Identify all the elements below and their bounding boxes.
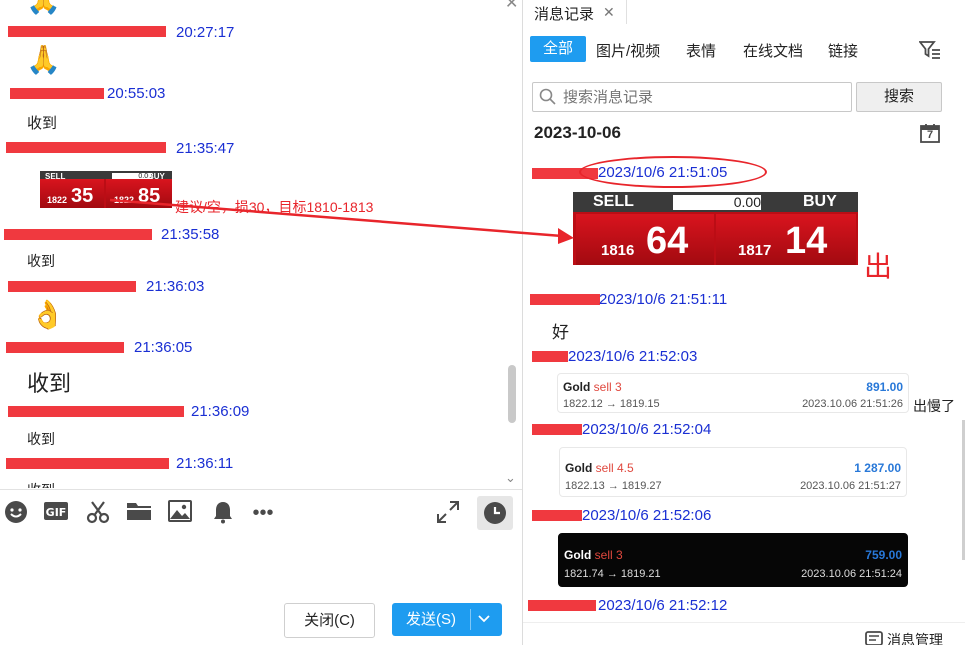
annotation-arrow — [109, 198, 574, 244]
